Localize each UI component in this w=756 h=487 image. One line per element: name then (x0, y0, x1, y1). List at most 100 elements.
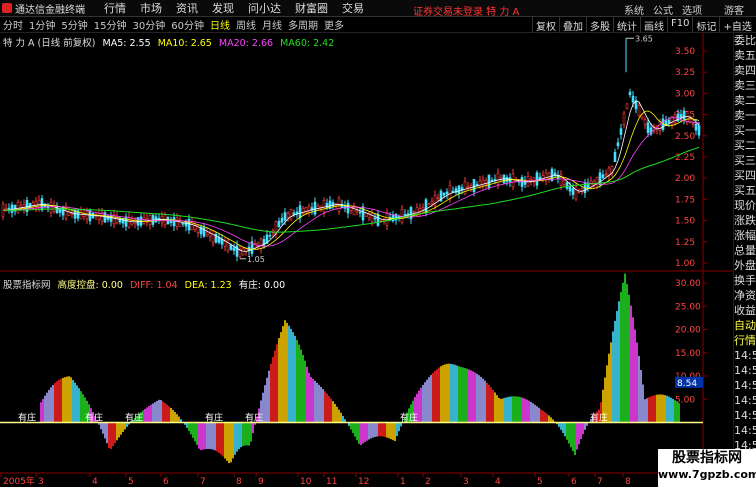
candle-body (637, 105, 641, 117)
dea-label: DEA: 1.23 (184, 280, 232, 291)
quote-panel-item: 买四 (734, 169, 756, 182)
price-tick-label: 1.00 (675, 259, 695, 269)
candle-body (277, 220, 281, 228)
period-tab[interactable]: 5分钟 (61, 17, 87, 32)
tool-button[interactable]: 复权 (532, 17, 559, 33)
candle-body (625, 103, 629, 109)
candle-body (664, 120, 668, 125)
menu-item-wealth[interactable]: 财富圈 (295, 0, 328, 16)
candle-body (547, 172, 551, 179)
candle-body (445, 191, 449, 195)
menu-item-news[interactable]: 资讯 (176, 0, 198, 16)
candle-body (232, 247, 236, 251)
menu-item-ask[interactable]: 问小达 (248, 0, 281, 16)
ma10-label: MA10: 2.65 (157, 38, 212, 49)
menu-item-market[interactable]: 市场 (140, 0, 162, 16)
candle-body (412, 211, 416, 214)
menu-item-options[interactable]: 选项 (682, 2, 702, 17)
candle-body (466, 186, 470, 189)
dealer-tag: 有庄 (400, 412, 418, 424)
app-name: 通达信金融终端 (15, 4, 85, 16)
candle-body (520, 177, 524, 187)
quote-panel-item: 卖三 (734, 79, 756, 92)
period-tab[interactable]: 多周期 (288, 17, 318, 32)
quote-panel-item: 买二 (734, 139, 756, 152)
candle-body (10, 204, 14, 213)
menu-item-system[interactable]: 系统 (624, 2, 644, 17)
quote-panel-item: 现价 (734, 199, 756, 212)
date-label: 5 (128, 477, 134, 487)
date-label: 7 (597, 477, 603, 487)
current-value-label: 8.54 (677, 379, 697, 389)
period-tab[interactable]: 日线 (210, 17, 230, 32)
tool-button[interactable]: 多股 (586, 17, 613, 33)
period-tab[interactable]: 月线 (262, 17, 282, 32)
quote-panel-item: 涨跌 (734, 214, 756, 227)
kline-chart[interactable]: 3.503.253.002.752.502.252.001.751.501.25… (0, 33, 733, 487)
watermark: 股票指标网 www.7gpzb.com (658, 449, 756, 487)
main-legend: 特 力 A (日线 前复权) MA5: 2.55 MA10: 2.65 MA20… (3, 35, 338, 49)
tool-button[interactable]: 标记 (692, 17, 719, 33)
quote-panel-item: 总量 (734, 244, 756, 257)
chart-area[interactable]: 3.503.253.002.752.502.252.001.751.501.25… (0, 33, 756, 487)
period-tab[interactable]: 15分钟 (94, 17, 127, 32)
candle-body (622, 112, 626, 125)
indicator-tick-label: 15.00 (675, 349, 701, 359)
ma20-label: MA20: 2.66 (218, 38, 274, 49)
price-tick-label: 3.50 (675, 47, 695, 57)
candle-body (568, 185, 572, 192)
candle-body (619, 128, 623, 135)
tool-button[interactable]: +自选 (719, 17, 754, 33)
app-logo: 通达信金融终端 (0, 1, 90, 16)
candle-body (211, 230, 215, 243)
dealer-tag: 有庄 (590, 412, 608, 424)
candle-body (427, 203, 431, 206)
candle-body (28, 203, 32, 208)
menu-item-trade[interactable]: 交易 (342, 0, 364, 16)
menu-item-discover[interactable]: 发现 (212, 0, 234, 16)
period-tab[interactable]: 1分钟 (29, 17, 55, 32)
candle-body (376, 213, 380, 226)
period-tab[interactable]: 30分钟 (132, 17, 165, 32)
period-tab[interactable]: 更多 (324, 17, 344, 32)
tool-button[interactable]: 画线 (640, 17, 667, 33)
candle-body (298, 205, 302, 219)
dealer-tag: 有庄 (125, 412, 143, 424)
candle-body (235, 245, 239, 257)
quote-panel-item: 买五 (734, 184, 756, 197)
candle-body (691, 123, 695, 125)
candle-body (175, 217, 179, 227)
candle-body (379, 219, 383, 222)
period-tab[interactable]: 60分钟 (171, 17, 204, 32)
quote-panel-item: 委比 (734, 34, 756, 47)
candle-body (400, 209, 404, 223)
period-tab[interactable]: 分时 (3, 17, 23, 32)
period-tab[interactable]: 周线 (236, 17, 256, 32)
candle-body (124, 216, 128, 227)
quote-panel-item: 14:5 (734, 364, 756, 377)
candle-body (628, 91, 632, 96)
dealer-tag: 有庄 (245, 412, 263, 424)
main-menu: 行情 市场 资讯 发现 问小达 财富圈 交易 (90, 0, 364, 16)
tool-button[interactable]: F10 (667, 17, 692, 33)
candle-body (421, 207, 425, 210)
guest-user[interactable]: 游客 (724, 2, 744, 17)
tool-button[interactable]: 叠加 (559, 17, 586, 33)
menu-item-formula[interactable]: 公式 (653, 2, 673, 17)
candle-body (307, 206, 311, 213)
candle-body (16, 201, 20, 214)
candle-body (601, 174, 605, 179)
tool-button[interactable]: 统计 (613, 17, 640, 33)
price-tick-label: 2.50 (675, 132, 695, 142)
indicator-tick-label: 5.00 (675, 395, 695, 405)
candle-body (631, 95, 635, 103)
date-label: 6 (571, 477, 577, 487)
candle-body (571, 188, 575, 195)
indicator-tick-label: 20.00 (675, 326, 701, 336)
quote-panel-item: 涨幅 (734, 229, 756, 242)
menu-item-quotes[interactable]: 行情 (104, 0, 126, 16)
date-label: 6 (163, 477, 169, 487)
quote-panel-item: 买一 (734, 124, 756, 137)
price-tick-label: 1.25 (675, 238, 695, 248)
date-label: 9 (258, 477, 264, 487)
